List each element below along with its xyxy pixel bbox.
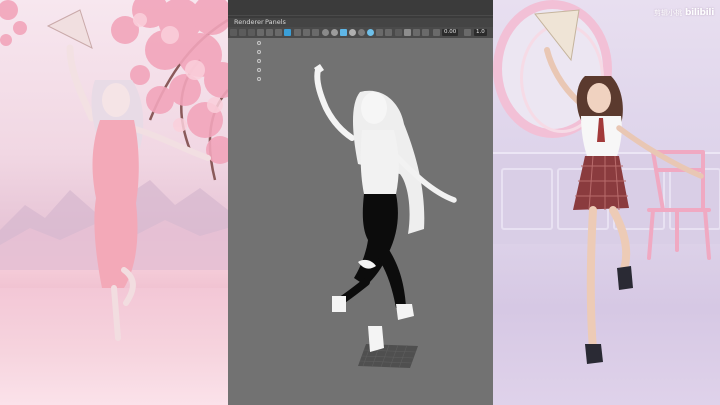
menu-renderer[interactable]: Renderer <box>234 18 264 27</box>
viewport-hud-dot <box>257 50 261 54</box>
grid-icon[interactable] <box>294 29 301 36</box>
left-render-panel <box>0 0 228 405</box>
menu-panels[interactable]: Panels <box>265 18 286 27</box>
dancer-qipao-figure <box>46 9 211 341</box>
xray-icon[interactable] <box>404 29 411 36</box>
camera-icon[interactable] <box>284 29 291 36</box>
rotate-icon[interactable] <box>266 29 273 36</box>
wireframe-icon[interactable] <box>322 29 329 36</box>
scale-icon[interactable] <box>275 29 282 36</box>
antialias-icon[interactable] <box>385 29 392 36</box>
viewport-hud-dot <box>257 77 261 81</box>
exposure-field[interactable]: 0.00 <box>442 29 459 36</box>
smooth-shade-icon[interactable] <box>331 29 338 36</box>
motion-blur-icon[interactable] <box>376 29 383 36</box>
viewport-hud-dot <box>257 68 261 72</box>
gamma-field[interactable]: 1.0 <box>474 29 487 36</box>
lasso-icon[interactable] <box>239 29 246 36</box>
xray-joints-icon[interactable] <box>413 29 420 36</box>
character-model[interactable] <box>308 64 468 354</box>
bilibili-logo: bilibili <box>685 8 714 18</box>
isolate-icon[interactable] <box>395 29 402 36</box>
maya-viewport-window[interactable]: Renderer Panels 0.00 1.0 <box>228 0 493 405</box>
backface-icon[interactable] <box>422 29 429 36</box>
exposure-icon[interactable] <box>433 29 440 36</box>
watermark: 剪辑小桃 bilibili <box>654 8 714 18</box>
panel-menubar: Renderer Panels <box>228 18 493 27</box>
textured-icon[interactable] <box>340 29 347 36</box>
perspective-viewport[interactable] <box>228 38 493 405</box>
resolution-gate-icon[interactable] <box>312 29 319 36</box>
select-tool-icon[interactable] <box>230 29 237 36</box>
viewport-hud-dot <box>257 59 261 63</box>
move-icon[interactable] <box>257 29 264 36</box>
viewport-hud-dot <box>257 41 261 45</box>
dancer-uniform-figure <box>534 9 704 364</box>
gamma-icon[interactable] <box>464 29 471 36</box>
paint-icon[interactable] <box>248 29 255 36</box>
window-top-strip <box>228 0 493 18</box>
watermark-text: 剪辑小桃 <box>654 9 682 17</box>
ambient-occlusion-icon[interactable] <box>367 29 374 36</box>
lights-icon[interactable] <box>349 29 356 36</box>
shadows-icon[interactable] <box>358 29 365 36</box>
right-render-panel: 剪辑小桃 bilibili <box>493 0 720 405</box>
film-gate-icon[interactable] <box>303 29 310 36</box>
